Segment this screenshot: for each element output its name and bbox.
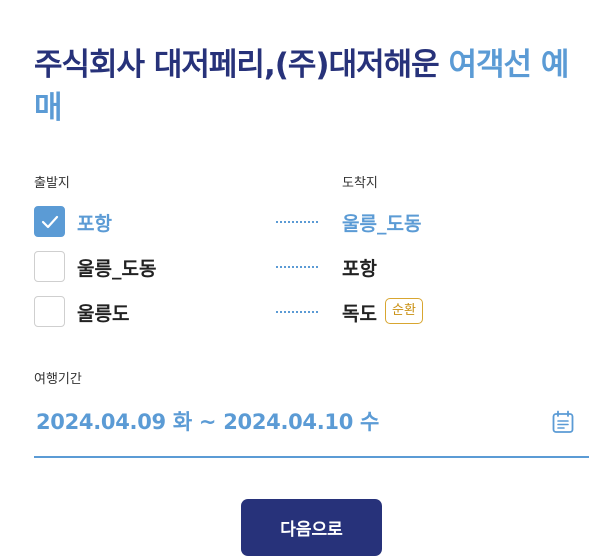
route-checkbox[interactable] [34,251,65,282]
route-departure: 울릉도 [77,303,130,325]
round-trip-badge: 순환 [385,298,423,324]
route-arrival: 울릉_도동 [342,213,422,235]
route-option-ulleungdo-dokdo[interactable]: 울릉도 독도 순환 [34,296,594,328]
route-departure: 울릉_도동 [77,258,157,280]
travel-period-value: 2024.04.09 화 ~ 2024.04.10 수 [36,410,380,434]
check-icon [41,215,59,229]
route-departure: 포항 [77,213,112,235]
travel-period-label: 여행기간 [34,372,82,387]
route-checkbox[interactable] [34,206,65,237]
next-button[interactable]: 다음으로 [241,499,382,556]
route-option-ulleung-dodong-pohang[interactable]: 울릉_도동 포항 [34,251,594,283]
travel-period-field[interactable]: 2024.04.09 화 ~ 2024.04.10 수 [34,400,589,458]
departure-label: 출발지 [34,176,70,191]
calendar-icon[interactable] [551,410,575,434]
route-arrival: 포항 [342,258,377,280]
page-title-main: 주식회사 대저페리,(주)대저해운 [34,47,449,83]
route-connector [276,266,318,268]
route-checkbox[interactable] [34,296,65,327]
route-connector [276,221,318,223]
page-title: 주식회사 대저페리,(주)대저해운 여객선 예매 [34,44,584,130]
route-option-pohang-ulleung-dodong[interactable]: 포항 울릉_도동 [34,206,594,238]
arrival-label: 도착지 [342,176,378,191]
route-arrival: 독도 [342,303,377,325]
route-connector [276,311,318,313]
